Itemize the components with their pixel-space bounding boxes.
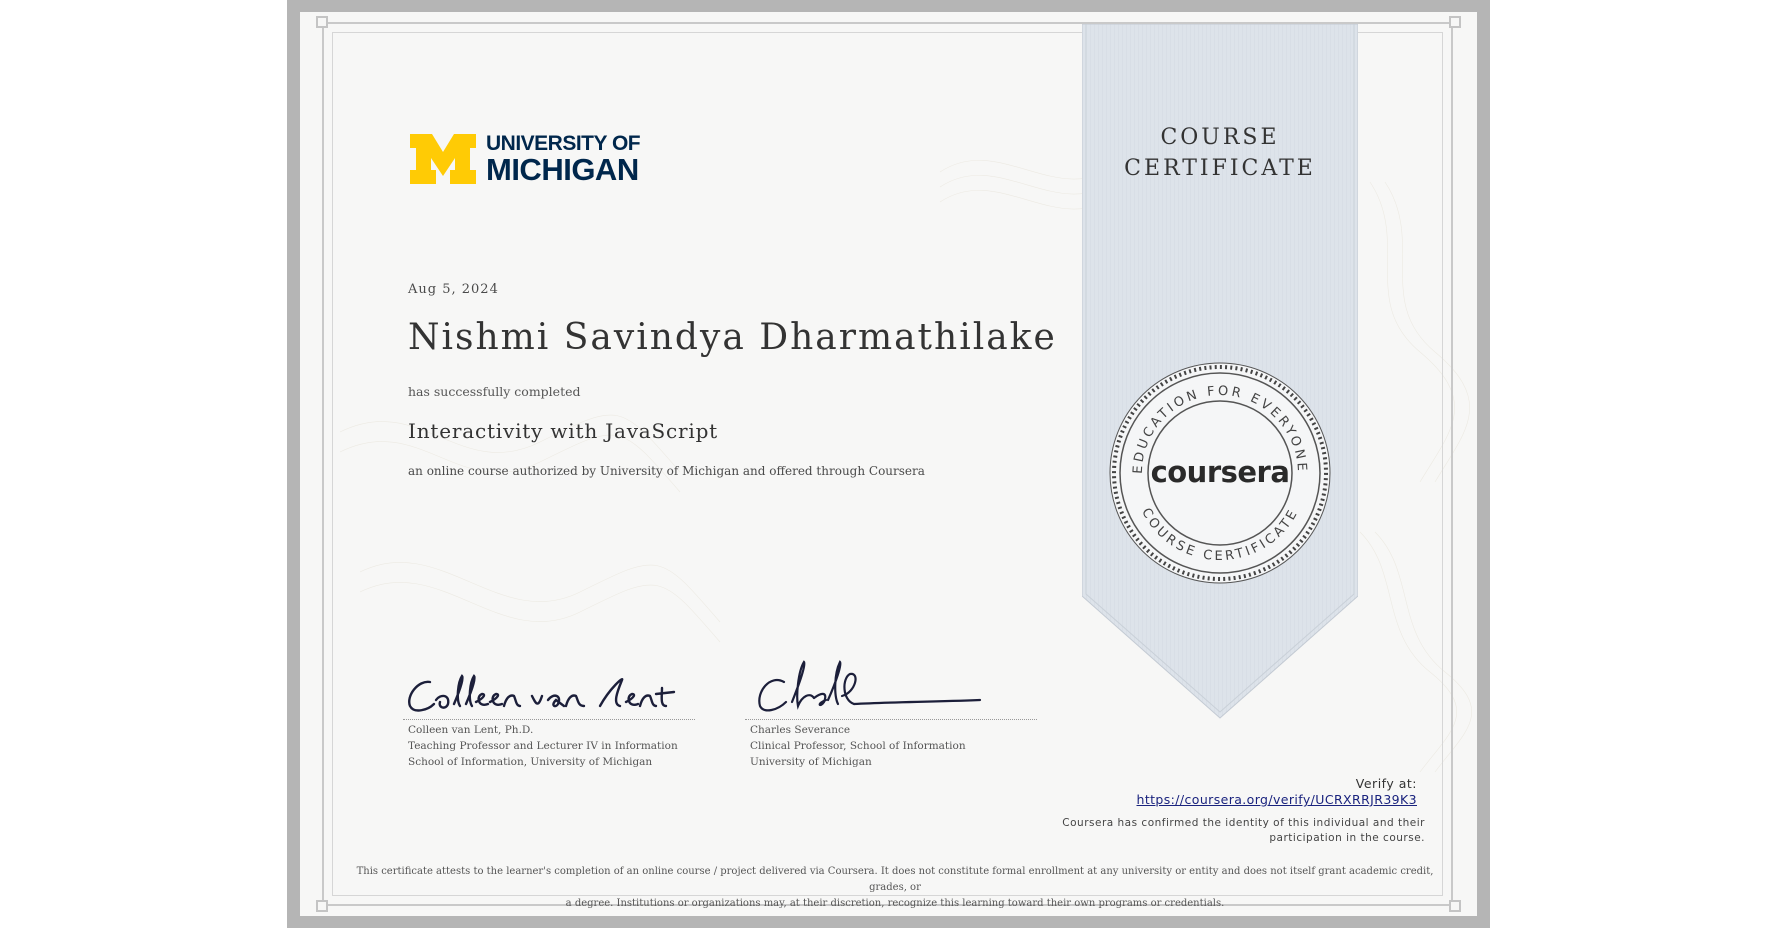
frame-corner-ornament bbox=[1449, 16, 1461, 28]
ribbon-title-line2: CERTIFICATE bbox=[1124, 156, 1316, 181]
verify-link[interactable]: https://coursera.org/verify/UCRXRRJR39K3 bbox=[997, 792, 1417, 807]
verify-note-line2: participation in the course. bbox=[1269, 832, 1425, 844]
ribbon-title: COURSE CERTIFICATE bbox=[1082, 122, 1358, 184]
logo-line2: MICHIGAN bbox=[486, 152, 639, 187]
certificate-ribbon: COURSE CERTIFICATE EDUCATION FOR EVERYON… bbox=[1082, 24, 1358, 724]
disclaimer: This certificate attests to the learner'… bbox=[340, 864, 1450, 912]
verify-label: Verify at: bbox=[1355, 776, 1417, 791]
coursera-seal: EDUCATION FOR EVERYONE COURSE CERTIFICAT… bbox=[1109, 362, 1331, 584]
certificate-paper: UNIVERSITY OF MICHIGAN Aug 5, 2024 Nishm… bbox=[300, 12, 1477, 916]
verify-note: Coursera has confirmed the identity of t… bbox=[1005, 816, 1425, 846]
signatory-charles-severance: Charles Severance Clinical Professor, Sc… bbox=[750, 722, 966, 770]
signature-line bbox=[745, 719, 1037, 720]
learner-name: Nishmi Savindya Dharmathilake bbox=[408, 317, 1057, 358]
verify-note-line1: Coursera has confirmed the identity of t… bbox=[1062, 817, 1425, 829]
signatory-affiliation: School of Information, University of Mic… bbox=[408, 756, 653, 768]
signatory-colleen-van-lent: Colleen van Lent, Ph.D. Teaching Profess… bbox=[408, 722, 678, 770]
seal-brand: coursera bbox=[1151, 455, 1290, 489]
disclaimer-line2: a degree. Institutions or organizations … bbox=[565, 898, 1225, 909]
offered-text: an online course authorized by Universit… bbox=[408, 464, 925, 478]
signatory-affiliation: University of Michigan bbox=[750, 756, 872, 768]
block-m-icon bbox=[410, 134, 476, 184]
signature-charles-severance bbox=[758, 660, 982, 712]
verify-block: Verify at: https://coursera.org/verify/U… bbox=[997, 776, 1417, 807]
signatory-title: Clinical Professor, School of Informatio… bbox=[750, 740, 966, 752]
frame-corner-ornament bbox=[316, 900, 328, 912]
signatory-title: Teaching Professor and Lecturer IV in In… bbox=[408, 740, 678, 752]
completed-text: has successfully completed bbox=[408, 384, 581, 399]
frame-corner-ornament bbox=[316, 16, 328, 28]
signatory-name: Charles Severance bbox=[750, 724, 851, 736]
signature-colleen-van-lent bbox=[408, 674, 676, 712]
completion-date: Aug 5, 2024 bbox=[408, 282, 499, 297]
university-of-michigan-logo: UNIVERSITY OF MICHIGAN bbox=[410, 132, 670, 192]
disclaimer-line1: This certificate attests to the learner'… bbox=[356, 866, 1434, 893]
certificate-outer-border: UNIVERSITY OF MICHIGAN Aug 5, 2024 Nishm… bbox=[287, 0, 1490, 928]
signatory-name: Colleen van Lent, Ph.D. bbox=[408, 724, 534, 736]
signature-line bbox=[403, 719, 695, 720]
ribbon-title-line1: COURSE bbox=[1160, 125, 1280, 150]
course-title: Interactivity with JavaScript bbox=[408, 419, 719, 443]
frame-corner-ornament bbox=[1449, 900, 1461, 912]
